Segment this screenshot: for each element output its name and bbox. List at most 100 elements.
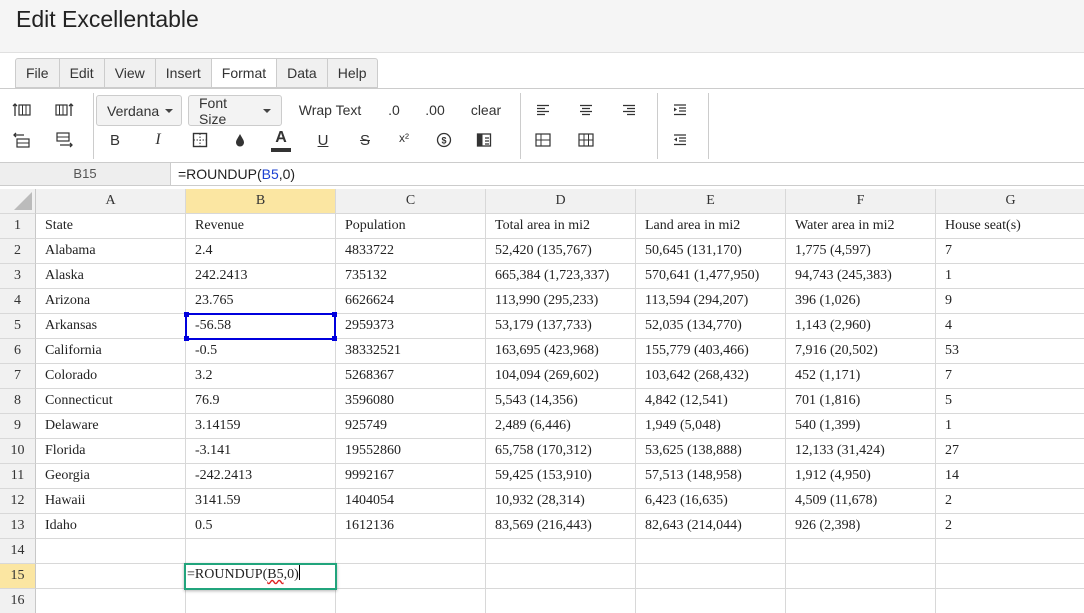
cell-f5[interactable]: 1,143 (2,960) [786,314,936,339]
cell-e10[interactable]: 53,625 (138,888) [636,439,786,464]
cell-e4[interactable]: 113,594 (294,207) [636,289,786,314]
cell-c7[interactable]: 5268367 [336,364,486,389]
cell-g14[interactable] [936,539,1084,564]
cell-e3[interactable]: 570,641 (1,477,950) [636,264,786,289]
cell-e12[interactable]: 6,423 (16,635) [636,489,786,514]
fill-color-icon[interactable] [229,129,251,151]
cell-f7[interactable]: 452 (1,171) [786,364,936,389]
cell-c16[interactable] [336,589,486,613]
cell-c11[interactable]: 9992167 [336,464,486,489]
cell-g12[interactable]: 2 [936,489,1084,514]
italic-button[interactable]: I [147,129,169,151]
cell-g15[interactable] [936,564,1084,589]
cell-f8[interactable]: 701 (1,816) [786,389,936,414]
cell-b3[interactable]: 242.2413 [186,264,336,289]
cell-g11[interactable]: 14 [936,464,1084,489]
cell-f14[interactable] [786,539,936,564]
bold-button[interactable]: B [104,129,126,151]
cell-b4[interactable]: 23.765 [186,289,336,314]
align-right-icon[interactable] [618,99,640,121]
cell-d7[interactable]: 104,094 (269,602) [486,364,636,389]
cell-c9[interactable]: 925749 [336,414,486,439]
menu-file[interactable]: File [16,59,60,87]
cell-f3[interactable]: 94,743 (245,383) [786,264,936,289]
row-header[interactable]: 10 [0,439,36,464]
indent-decrease-icon[interactable] [669,129,691,151]
row-header[interactable]: 16 [0,589,36,613]
borders-icon[interactable] [189,129,211,151]
insert-column-right-icon[interactable] [52,99,76,121]
column-header-d[interactable]: D [486,189,636,214]
cell-d5[interactable]: 53,179 (137,733) [486,314,636,339]
currency-button[interactable]: $ [433,129,455,151]
cell-reference-box[interactable]: B15 [0,163,171,185]
insert-column-left-icon[interactable] [10,99,34,121]
cell-a5[interactable]: Arkansas [36,314,186,339]
row-header[interactable]: 9 [0,414,36,439]
column-header-g[interactable]: G [936,189,1084,214]
cell-d12[interactable]: 10,932 (28,314) [486,489,636,514]
row-header[interactable]: 11 [0,464,36,489]
formula-input[interactable]: =ROUNDUP(B5,0) [178,163,295,185]
superscript-button[interactable]: x² [393,127,415,149]
cell-g6[interactable]: 53 [936,339,1084,364]
cell-f15[interactable] [786,564,936,589]
cell-a11[interactable]: Georgia [36,464,186,489]
cell-e8[interactable]: 4,842 (12,541) [636,389,786,414]
row-header[interactable]: 5 [0,314,36,339]
align-left-icon[interactable] [532,99,554,121]
cell-b13[interactable]: 0.5 [186,514,336,539]
cell-f2[interactable]: 1,775 (4,597) [786,239,936,264]
cell-c5[interactable]: 2959373 [336,314,486,339]
cell-d4[interactable]: 113,990 (295,233) [486,289,636,314]
cell-a16[interactable] [36,589,186,613]
cell-c13[interactable]: 1612136 [336,514,486,539]
cell-g10[interactable]: 27 [936,439,1084,464]
row-header[interactable]: 3 [0,264,36,289]
wrap-text-button[interactable]: Wrap Text [290,99,370,121]
cell-a9[interactable]: Delaware [36,414,186,439]
cell-g13[interactable]: 2 [936,514,1084,539]
font-family-dropdown[interactable]: Verdana [96,95,182,126]
cell-f16[interactable] [786,589,936,613]
column-header-a[interactable]: A [36,189,186,214]
cell-g5[interactable]: 4 [936,314,1084,339]
cell-a2[interactable]: Alabama [36,239,186,264]
cell-g2[interactable]: 7 [936,239,1084,264]
cell-c12[interactable]: 1404054 [336,489,486,514]
row-header[interactable]: 14 [0,539,36,564]
column-header-f[interactable]: F [786,189,936,214]
cell-e11[interactable]: 57,513 (148,958) [636,464,786,489]
cell-f11[interactable]: 1,912 (4,950) [786,464,936,489]
decrease-decimal-button[interactable]: .0 [380,99,408,121]
cell-d3[interactable]: 665,384 (1,723,337) [486,264,636,289]
cell-a13[interactable]: Idaho [36,514,186,539]
cell-a3[interactable]: Alaska [36,264,186,289]
cell-d1[interactable]: Total area in mi2 [486,214,636,239]
cell-f12[interactable]: 4,509 (11,678) [786,489,936,514]
cell-b6[interactable]: -0.5 [186,339,336,364]
cell-e16[interactable] [636,589,786,613]
cell-e6[interactable]: 155,779 (403,466) [636,339,786,364]
row-header[interactable]: 1 [0,214,36,239]
column-header-e[interactable]: E [636,189,786,214]
cell-a7[interactable]: Colorado [36,364,186,389]
row-header[interactable]: 8 [0,389,36,414]
text-color-button[interactable]: A [269,125,293,155]
cell-d9[interactable]: 2,489 (6,446) [486,414,636,439]
cell-c6[interactable]: 38332521 [336,339,486,364]
indent-increase-icon[interactable] [669,99,691,121]
cell-b11[interactable]: -242.2413 [186,464,336,489]
cell-e2[interactable]: 50,645 (131,170) [636,239,786,264]
cell-c10[interactable]: 19552860 [336,439,486,464]
cell-e15[interactable] [636,564,786,589]
cell-d6[interactable]: 163,695 (423,968) [486,339,636,364]
cell-d16[interactable] [486,589,636,613]
clear-button[interactable]: clear [464,99,508,121]
cell-g9[interactable]: 1 [936,414,1084,439]
cell-a1[interactable]: State [36,214,186,239]
cell-a14[interactable] [36,539,186,564]
cell-a6[interactable]: California [36,339,186,364]
cell-d14[interactable] [486,539,636,564]
cell-b12[interactable]: 3141.59 [186,489,336,514]
